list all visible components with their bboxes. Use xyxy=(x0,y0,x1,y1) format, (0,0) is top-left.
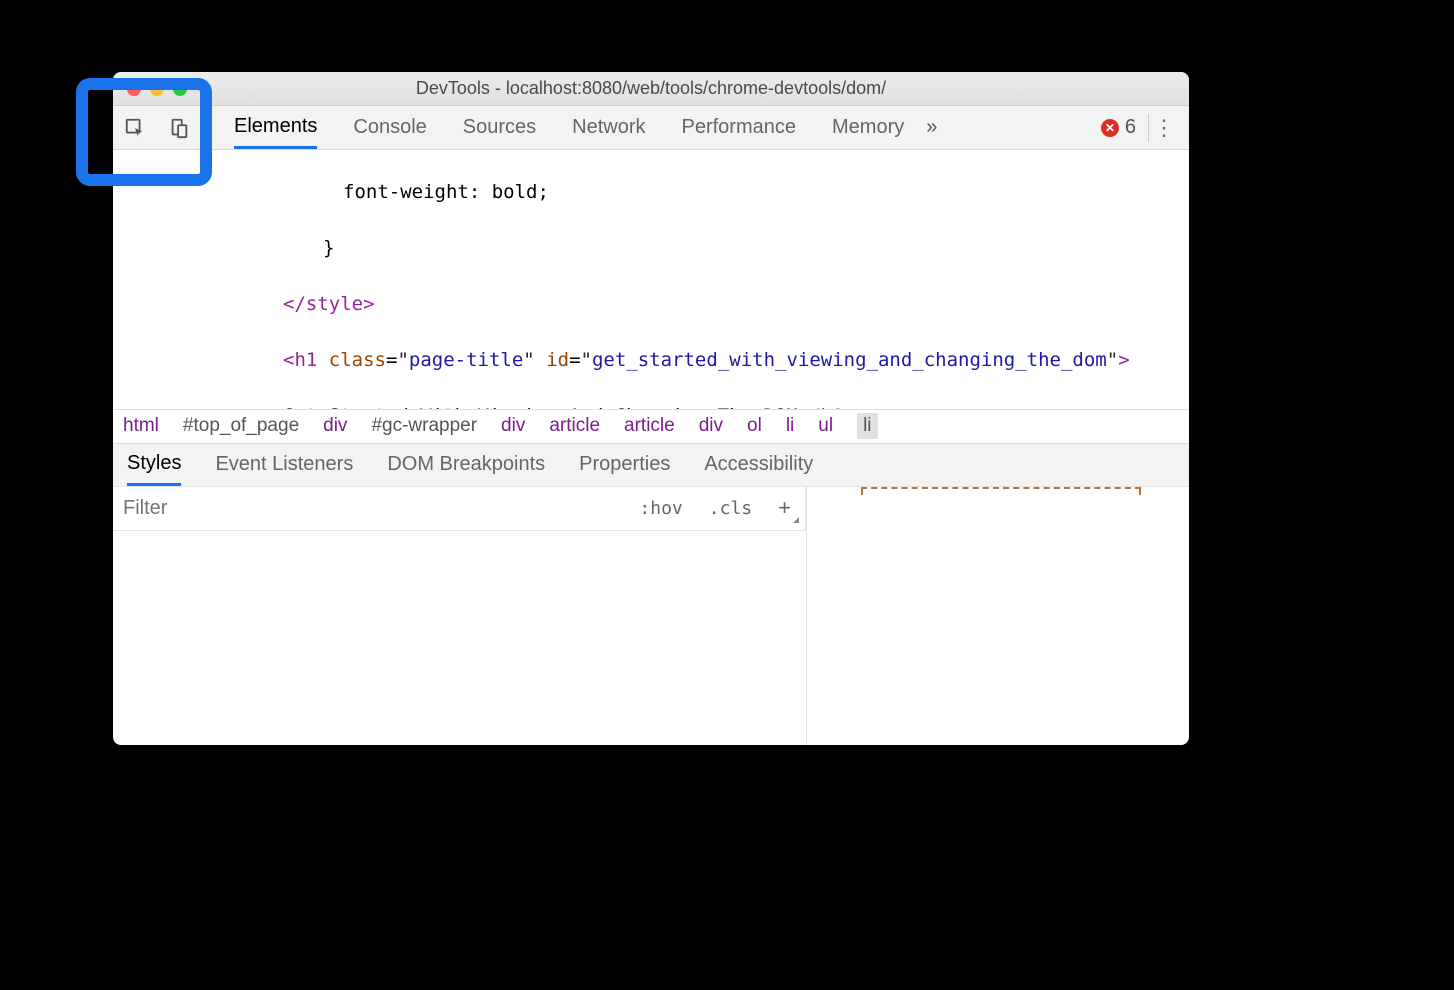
breadcrumb-item[interactable]: html xyxy=(123,415,159,437)
tab-accessibility[interactable]: Accessibility xyxy=(704,444,813,486)
tab-sources[interactable]: Sources xyxy=(463,106,536,149)
window-titlebar: DevTools - localhost:8080/web/tools/chro… xyxy=(113,72,1189,106)
settings-kebab-icon[interactable]: ⋮ xyxy=(1153,115,1175,141)
hov-toggle[interactable]: :hov xyxy=(633,494,688,523)
tab-network[interactable]: Network xyxy=(572,106,645,149)
tab-elements[interactable]: Elements xyxy=(234,106,317,149)
error-icon: ✕ xyxy=(1101,119,1119,137)
breadcrumb-item[interactable]: article xyxy=(549,415,600,437)
error-count[interactable]: ✕ 6 xyxy=(1101,116,1136,139)
breadcrumb-item[interactable]: li xyxy=(786,415,794,437)
toolbar-separator xyxy=(1148,114,1149,142)
styles-filter-row: :hov .cls + xyxy=(113,487,806,531)
tab-memory[interactable]: Memory xyxy=(832,106,904,149)
dom-line[interactable]: <h1 class="page-title" id="get_started_w… xyxy=(283,346,1189,374)
breadcrumb-item[interactable]: div xyxy=(699,415,723,437)
panel-tabs: Elements Console Sources Network Perform… xyxy=(234,106,904,149)
devtools-window: DevTools - localhost:8080/web/tools/chro… xyxy=(113,72,1189,745)
breadcrumb-item-selected[interactable]: li xyxy=(857,413,877,439)
breadcrumb-item[interactable]: ul xyxy=(818,415,833,437)
main-toolbar: Elements Console Sources Network Perform… xyxy=(113,106,1189,150)
breadcrumb-item[interactable]: div xyxy=(323,415,347,437)
breadcrumb-item[interactable]: #top_of_page xyxy=(183,415,299,437)
close-window-button[interactable] xyxy=(127,82,141,96)
more-tabs-icon[interactable]: » xyxy=(926,116,937,139)
dom-line[interactable]: </style> xyxy=(283,290,1189,318)
cls-toggle[interactable]: .cls xyxy=(703,494,758,523)
minimize-window-button[interactable] xyxy=(150,82,164,96)
traffic-lights xyxy=(127,82,187,96)
toolbar-separator xyxy=(205,114,206,142)
error-count-value: 6 xyxy=(1125,116,1136,139)
breadcrumb-item[interactable]: article xyxy=(624,415,675,437)
tab-properties[interactable]: Properties xyxy=(579,444,670,486)
breadcrumb-item[interactable]: #gc-wrapper xyxy=(371,415,477,437)
new-style-rule-button[interactable]: + xyxy=(772,495,797,521)
tab-performance[interactable]: Performance xyxy=(682,106,797,149)
dom-line: } xyxy=(323,234,1189,262)
dom-line[interactable]: Get Started With Viewing And Changing Th… xyxy=(283,402,1189,409)
device-toolbar-icon[interactable] xyxy=(157,106,201,149)
styles-filter-input[interactable] xyxy=(113,497,633,520)
elements-dom-tree[interactable]: font-weight: bold; } </style> <h1 class=… xyxy=(113,150,1189,409)
tab-dom-breakpoints[interactable]: DOM Breakpoints xyxy=(387,444,545,486)
breadcrumb-item[interactable]: div xyxy=(501,415,525,437)
zoom-window-button[interactable] xyxy=(173,82,187,96)
tab-console[interactable]: Console xyxy=(353,106,426,149)
breadcrumb-bar: html #top_of_page div #gc-wrapper div ar… xyxy=(113,409,1189,443)
box-model-pane xyxy=(807,487,1189,746)
breadcrumb-item[interactable]: ol xyxy=(747,415,762,437)
window-title: DevTools - localhost:8080/web/tools/chro… xyxy=(113,78,1189,99)
tab-styles[interactable]: Styles xyxy=(127,444,181,486)
styles-pane: :hov .cls + xyxy=(113,487,1189,746)
inspect-element-icon[interactable] xyxy=(113,106,157,149)
tab-event-listeners[interactable]: Event Listeners xyxy=(215,444,353,486)
box-model-margin xyxy=(861,487,1141,495)
dom-line: font-weight: bold; xyxy=(343,178,1189,206)
styles-tabs: Styles Event Listeners DOM Breakpoints P… xyxy=(113,443,1189,487)
